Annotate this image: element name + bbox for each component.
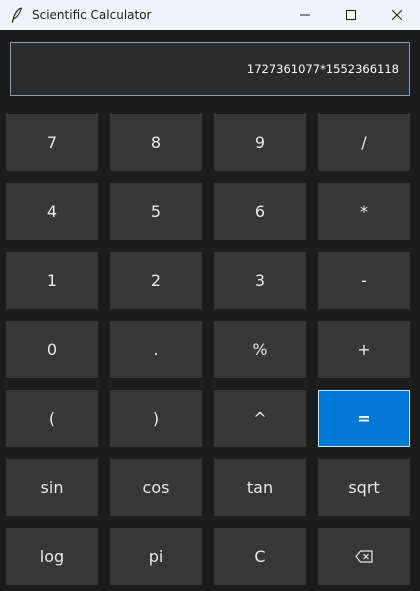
key-pi[interactable]: pi xyxy=(110,528,202,585)
key-decimal[interactable]: . xyxy=(110,321,202,378)
key-cos[interactable]: cos xyxy=(110,459,202,516)
minimize-button[interactable] xyxy=(282,0,328,30)
key-subtract[interactable]: - xyxy=(318,252,410,309)
key-log[interactable]: log xyxy=(6,528,98,585)
key-divide[interactable]: / xyxy=(318,114,410,171)
title-bar[interactable]: Scientific Calculator xyxy=(0,0,420,30)
feather-icon xyxy=(10,7,24,23)
close-icon xyxy=(392,10,402,20)
key-5[interactable]: 5 xyxy=(110,183,202,240)
key-open-paren[interactable]: ( xyxy=(6,390,98,447)
key-4[interactable]: 4 xyxy=(6,183,98,240)
window-controls xyxy=(282,0,420,30)
key-7[interactable]: 7 xyxy=(6,114,98,171)
key-close-paren[interactable]: ) xyxy=(110,390,202,447)
clear-button[interactable]: C xyxy=(214,528,306,585)
key-6[interactable]: 6 xyxy=(214,183,306,240)
key-8[interactable]: 8 xyxy=(110,114,202,171)
display-field[interactable] xyxy=(10,42,410,96)
maximize-icon xyxy=(346,10,356,20)
key-percent[interactable]: % xyxy=(214,321,306,378)
expression-input[interactable] xyxy=(11,62,399,76)
calculator-window: Scientific Calculator 7 8 9 / 4 5 6 * 1 … xyxy=(0,0,420,591)
key-0[interactable]: 0 xyxy=(6,321,98,378)
key-3[interactable]: 3 xyxy=(214,252,306,309)
key-sqrt[interactable]: sqrt xyxy=(318,459,410,516)
key-1[interactable]: 1 xyxy=(6,252,98,309)
key-9[interactable]: 9 xyxy=(214,114,306,171)
key-multiply[interactable]: * xyxy=(318,183,410,240)
backspace-button[interactable] xyxy=(318,528,410,585)
key-power[interactable]: ^ xyxy=(214,390,306,447)
key-tan[interactable]: tan xyxy=(214,459,306,516)
backspace-icon xyxy=(355,550,373,563)
equals-button[interactable]: = xyxy=(318,390,410,447)
key-add[interactable]: + xyxy=(318,321,410,378)
maximize-button[interactable] xyxy=(328,0,374,30)
key-sin[interactable]: sin xyxy=(6,459,98,516)
window-title: Scientific Calculator xyxy=(32,8,152,22)
close-button[interactable] xyxy=(374,0,420,30)
key-2[interactable]: 2 xyxy=(110,252,202,309)
minimize-icon xyxy=(300,14,310,16)
